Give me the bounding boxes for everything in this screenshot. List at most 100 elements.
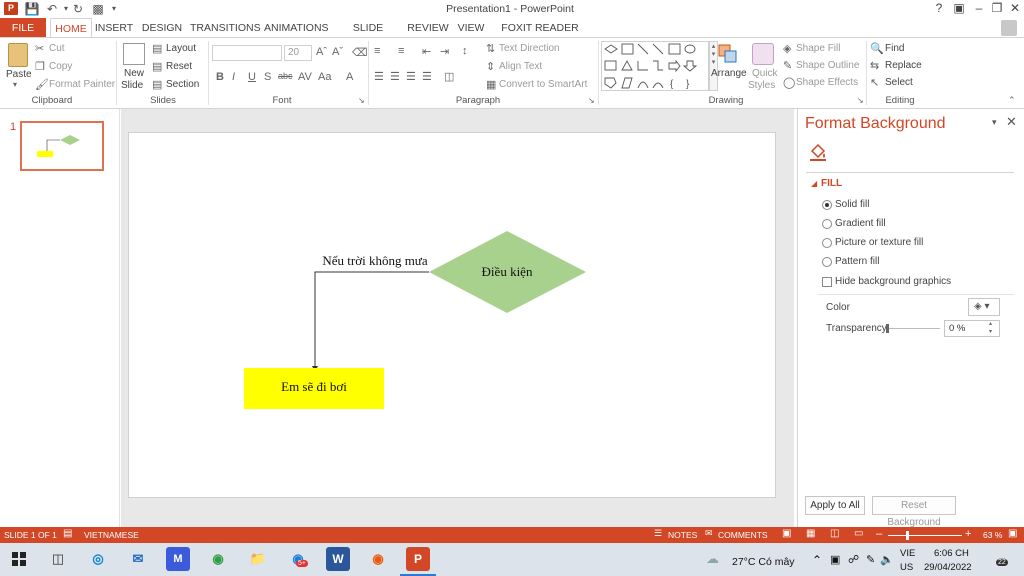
weather-text[interactable]: 27°C Có mây [732,556,795,568]
browser-app-icon[interactable]: ◉ [206,547,230,571]
connector-label[interactable]: Nếu trời không mưa [305,253,445,269]
select-button[interactable]: Select [885,77,913,88]
task-view-icon[interactable]: ◫ [46,547,70,571]
diamond-text[interactable]: Điều kiện [449,264,565,280]
redo-icon[interactable]: ↻ [70,1,86,17]
clear-formatting-icon[interactable]: ⌫ [352,46,368,59]
zoom-slider-track[interactable] [888,535,962,536]
pattern-fill-label[interactable]: Pattern fill [835,256,879,267]
transparency-slider-track[interactable] [886,328,940,329]
shape-outline-icon[interactable]: ✎ [783,59,792,72]
shape-fill-button[interactable]: Shape Fill [796,43,840,54]
section-button[interactable]: Section [166,79,199,90]
picture-fill-label[interactable]: Picture or texture fill [835,237,923,248]
normal-view-icon[interactable]: ▣ [782,528,791,539]
customize-qat-icon[interactable]: ▾ [106,1,122,17]
quick-styles-label-2[interactable]: Styles [748,80,775,91]
ribbon-display-options-icon[interactable]: ▣ [948,0,970,18]
increase-indent-icon[interactable]: ⇥ [440,45,449,58]
quick-styles-icon[interactable] [752,43,774,65]
convert-smartart-button[interactable]: Convert to SmartArt [499,79,587,90]
select-icon[interactable]: ↖ [870,76,879,89]
close-icon[interactable]: ✕ [1004,0,1024,18]
picture-fill-radio[interactable] [822,238,832,248]
pattern-fill-radio[interactable] [822,257,832,267]
paragraph-dialog-launcher-icon[interactable]: ↘ [588,96,595,105]
cut-icon[interactable]: ✂ [35,42,44,55]
reset-button[interactable]: Reset [166,61,192,72]
elbow-connector-arrow[interactable] [312,271,429,372]
zoom-level[interactable]: 63 % [983,530,1002,540]
account-avatar[interactable] [1001,20,1017,36]
copy-icon[interactable]: ❐ [35,60,45,73]
tab-foxit-reader-pdf[interactable]: FOXIT READER PDF [494,18,586,54]
weather-icon[interactable]: ☁ [706,551,719,567]
font-color-icon[interactable]: A [346,71,353,83]
arrange-icon[interactable] [717,43,739,65]
bold-icon[interactable]: B [216,71,224,83]
box-text[interactable]: Em sẽ đi bơi [244,379,384,395]
italic-icon[interactable]: I [232,71,235,83]
slide-sorter-icon[interactable]: ▦ [806,528,815,539]
zoom-slider-thumb[interactable] [906,531,909,540]
pane-options-dropdown-icon[interactable]: ▾ [992,117,997,128]
transparency-spinner-icon[interactable]: ▴ ▾ [989,320,992,336]
save-icon[interactable]: 💾 [24,1,40,17]
layout-icon[interactable]: ▤ [152,42,162,55]
tab-animations[interactable]: ANIMATIONS [264,18,329,38]
text-direction-icon[interactable]: ⇅ [486,42,495,55]
quick-styles-label-1[interactable]: Quick [752,68,778,79]
change-case-icon[interactable]: Aa [318,71,331,83]
mail-icon[interactable]: ✉ [126,547,150,571]
shape-effects-icon[interactable]: ◯ [783,76,795,89]
hide-bg-checkbox[interactable] [822,277,832,287]
tab-file[interactable]: FILE [0,18,46,38]
align-right-icon[interactable]: ☰ [406,70,416,83]
find-button[interactable]: Find [885,43,904,54]
decrease-indent-icon[interactable]: ⇤ [422,45,431,58]
copy-button[interactable]: Copy [49,61,72,72]
gradient-fill-radio[interactable] [822,219,832,229]
arrange-button[interactable]: Arrange [711,68,747,79]
word-icon[interactable]: W [326,547,350,571]
shrink-font-icon[interactable]: Aˇ [332,46,343,58]
file-explorer-icon[interactable]: 📁 [246,547,270,571]
underline-icon[interactable]: U [248,71,256,83]
shape-fill-icon[interactable]: ◈ [783,42,791,55]
font-dialog-launcher-icon[interactable]: ↘ [358,96,365,105]
chrome-icon[interactable]: ◉ [366,547,390,571]
paste-button[interactable]: Paste [6,69,32,80]
shapes-gallery[interactable]: {} [601,41,709,91]
language-line-1[interactable]: VIE [900,548,915,559]
numbering-icon[interactable]: ≡ [398,45,404,57]
start-slideshow-icon[interactable]: ▩ [90,1,106,17]
hide-bg-label[interactable]: Hide background graphics [835,276,951,287]
powerpoint-taskbar-icon[interactable]: P [406,547,430,571]
slide-canvas[interactable]: Điều kiện Nếu trời không mưa Em sẽ đi bơ… [128,132,776,498]
replace-icon[interactable]: ⇆ [870,59,879,72]
reset-icon[interactable]: ▤ [152,60,162,73]
new-slide-label-2[interactable]: Slide [121,80,143,91]
tab-slide-show[interactable]: SLIDE SHOW [336,18,400,54]
cut-button[interactable]: Cut [49,43,65,54]
shape-effects-button[interactable]: Shape Effects [796,77,858,88]
tab-view[interactable]: VIEW [456,18,486,38]
align-center-icon[interactable]: ☰ [390,70,400,83]
task-app-icon[interactable]: M [166,547,190,571]
columns-icon[interactable]: ◫ [444,70,454,83]
show-hidden-icons[interactable]: ⌃ [812,553,822,567]
notes-button[interactable]: NOTES [668,530,697,540]
drawing-dialog-launcher-icon[interactable]: ↘ [857,96,864,105]
reading-view-icon[interactable]: ◫ [830,528,839,539]
tab-home[interactable]: HOME [50,18,92,38]
zalo-icon[interactable]: ◉ [286,547,310,571]
text-direction-button[interactable]: Text Direction [499,43,560,54]
format-painter-button[interactable]: Format Painter [49,79,115,90]
language-indicator[interactable]: VIETNAMESE [84,530,139,540]
format-painter-icon[interactable]: 🖌 [35,78,49,91]
pen-icon[interactable]: ✎ [866,553,875,566]
zoom-in-icon[interactable]: + [965,528,971,540]
smartart-icon[interactable]: ▦ [486,78,496,91]
reset-background-button[interactable]: Reset Background [872,496,956,528]
language-line-2[interactable]: US [900,562,913,573]
